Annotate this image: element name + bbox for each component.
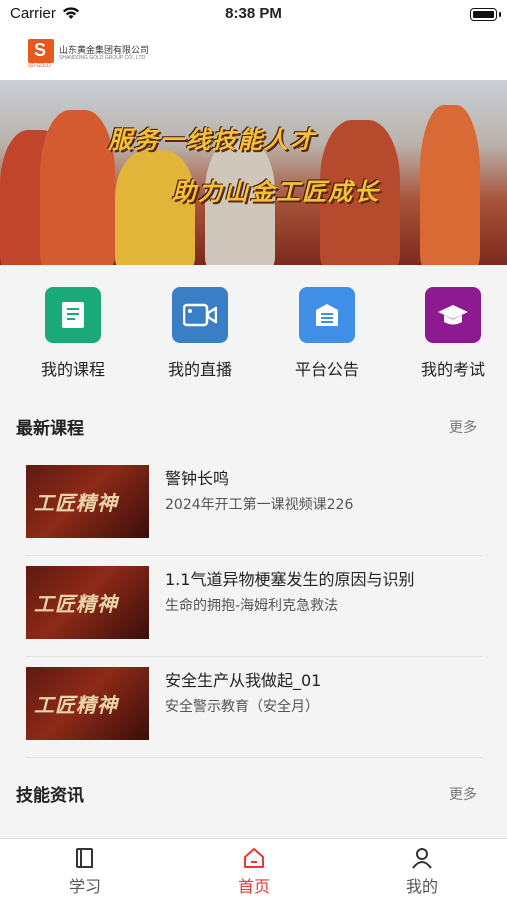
- course-item[interactable]: 工匠精神 安全生产从我做起_01 安全警示教育（安全月）: [26, 657, 482, 758]
- course-subtitle: 生命的拥抱-海姆利克急救法: [165, 598, 339, 614]
- tab-label: 首页: [237, 877, 270, 896]
- course-title: 警钟长鸣: [165, 469, 230, 488]
- quick-link-my-courses[interactable]: 我的课程: [28, 287, 118, 380]
- tab-label: 学习: [68, 877, 101, 896]
- thumbnail-caption: 工匠精神: [34, 592, 118, 616]
- tab-home[interactable]: 首页: [204, 845, 304, 897]
- course-thumbnail: 工匠精神: [26, 667, 149, 740]
- company-logo: SD-GOLD 山东黄金集团有限公司 SHANDONG GOLD GROUP C…: [28, 39, 168, 69]
- tab-mine[interactable]: 我的: [372, 845, 472, 897]
- quick-link-label: 平台公告: [294, 360, 359, 379]
- thumbnail-caption: 工匠精神: [34, 693, 118, 717]
- banner-headline-1: 服务一线技能人才: [108, 126, 316, 154]
- app-header: SD-GOLD 山东黄金集团有限公司 SHANDONG GOLD GROUP C…: [0, 30, 507, 80]
- user-icon: [372, 845, 472, 871]
- quick-link-my-live[interactable]: 我的直播: [155, 287, 245, 380]
- course-title: 安全生产从我做起_01: [165, 671, 322, 690]
- course-thumbnail: 工匠精神: [26, 465, 149, 538]
- skills-news-title: 技能资讯: [16, 786, 84, 806]
- course-subtitle: 安全警示教育（安全月）: [165, 699, 319, 715]
- banner-figure: [40, 110, 115, 265]
- latest-courses-title: 最新课程: [16, 419, 84, 439]
- graduation-cap-icon: [425, 287, 481, 343]
- logo-mark-sub: SD-GOLD: [28, 63, 51, 69]
- home-icon: [204, 845, 304, 871]
- quick-link-my-exams[interactable]: 我的考试: [408, 287, 498, 380]
- quick-link-label: 我的课程: [40, 360, 105, 379]
- banner-headline-2: 助力山金工匠成长: [172, 178, 380, 206]
- logo-company-en: SHANDONG GOLD GROUP CO., LTD.: [59, 55, 147, 61]
- hero-banner[interactable]: 服务一线技能人才 助力山金工匠成长: [0, 80, 507, 265]
- book-icon: [45, 287, 101, 343]
- course-thumbnail: 工匠精神: [26, 566, 149, 639]
- announcement-icon: [299, 287, 355, 343]
- banner-figure: [115, 150, 195, 265]
- skills-news-more-link[interactable]: 更多: [449, 784, 477, 804]
- course-title: 1.1气道异物梗塞发生的原因与识别: [165, 570, 415, 589]
- quick-links: 我的课程 我的直播 平台公告 我的考试: [0, 265, 507, 390]
- thumbnail-caption: 工匠精神: [34, 491, 118, 515]
- latest-courses-more-link[interactable]: 更多: [449, 417, 477, 437]
- video-camera-icon: [172, 287, 228, 343]
- quick-link-label: 我的直播: [167, 360, 232, 379]
- logo-mark: [28, 39, 54, 63]
- course-item[interactable]: 工匠精神 警钟长鸣 2024年开工第一课视频课226: [26, 455, 482, 556]
- book-stack-icon: [35, 845, 135, 871]
- tab-study[interactable]: 学习: [35, 845, 135, 897]
- tab-bar: 学习 首页 我的: [0, 838, 507, 900]
- status-bar: Carrier 8:38 PM: [0, 0, 507, 30]
- clock: 8:38 PM: [225, 5, 282, 22]
- tab-label: 我的: [405, 877, 438, 896]
- banner-figure: [420, 105, 480, 265]
- course-subtitle: 2024年开工第一课视频课226: [165, 497, 354, 513]
- quick-link-label: 我的考试: [420, 360, 485, 379]
- quick-link-announcements[interactable]: 平台公告: [282, 287, 372, 380]
- battery-icon: [470, 8, 501, 21]
- course-item[interactable]: 工匠精神 1.1气道异物梗塞发生的原因与识别 生命的拥抱-海姆利克急救法: [26, 556, 482, 657]
